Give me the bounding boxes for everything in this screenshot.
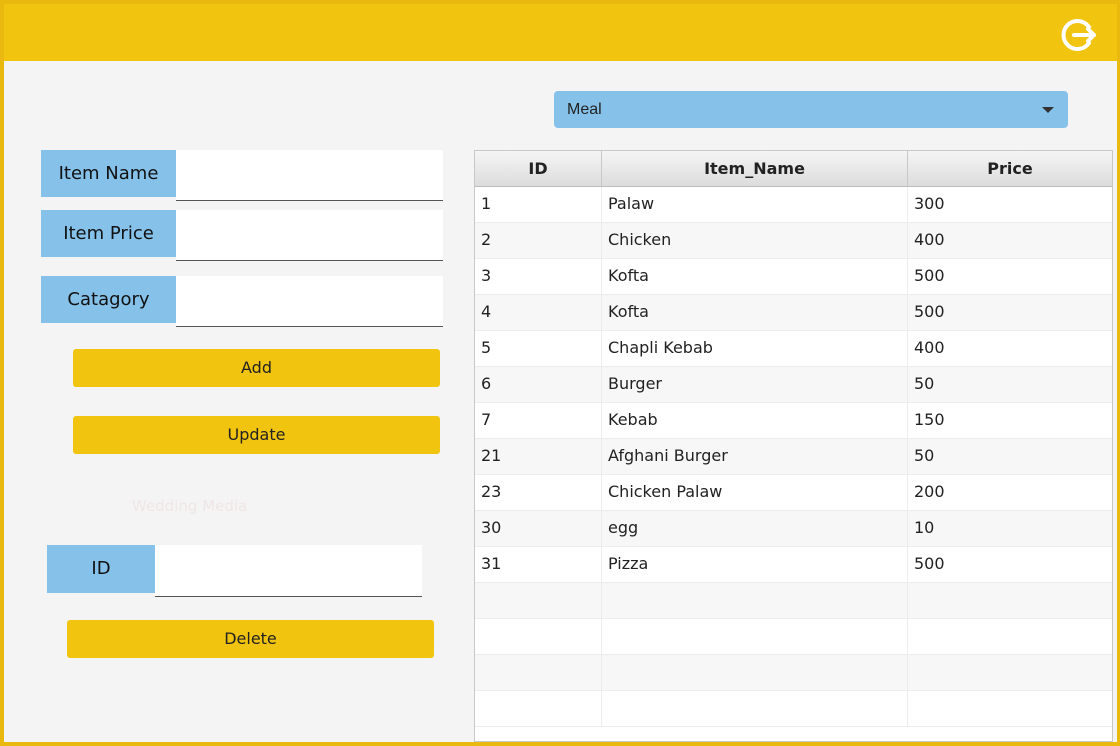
category-input[interactable] bbox=[176, 276, 443, 327]
category-filter-dropdown[interactable]: Meal bbox=[554, 91, 1068, 128]
cell-item-name: Burger bbox=[602, 367, 908, 402]
table-row[interactable]: 21 Afghani Burger 50 bbox=[475, 439, 1112, 475]
cell-item-name: Kofta bbox=[602, 259, 908, 294]
table-row[interactable]: 5 Chapli Kebab 400 bbox=[475, 331, 1112, 367]
faint-text: Wedding Media bbox=[132, 497, 248, 515]
cell-price: 400 bbox=[914, 338, 945, 357]
cell-id: 21 bbox=[475, 439, 602, 474]
table-row[interactable]: 31 Pizza 500 bbox=[475, 547, 1112, 583]
update-button[interactable]: Update bbox=[73, 416, 440, 454]
cell-item-name: Kebab bbox=[602, 403, 908, 438]
item-name-input[interactable] bbox=[176, 150, 443, 201]
table-row[interactable]: 6 Burger 50 bbox=[475, 367, 1112, 403]
table-header: ID Item_Name Price bbox=[475, 151, 1112, 187]
cell-id: 3 bbox=[475, 259, 602, 294]
table-row[interactable]: 1 Palaw 300 bbox=[475, 187, 1112, 223]
cell-price: 400 bbox=[914, 230, 945, 249]
cell-price bbox=[908, 619, 1112, 654]
cell-price: 500 bbox=[914, 554, 945, 573]
id-input[interactable] bbox=[155, 545, 422, 597]
cell-item-name: Chapli Kebab bbox=[602, 331, 908, 366]
cell-id: 4 bbox=[475, 295, 602, 330]
table-row[interactable]: 30 egg 10 bbox=[475, 511, 1112, 547]
column-header-id[interactable]: ID bbox=[475, 151, 602, 186]
table-row[interactable]: 23 Chicken Palaw 200 bbox=[475, 475, 1112, 511]
menu-items-table[interactable]: ID Item_Name Price 1 Palaw 300 2 Chicken 400 3… bbox=[474, 150, 1113, 742]
item-price-input[interactable] bbox=[176, 210, 443, 261]
cell-id: 30 bbox=[475, 511, 602, 546]
cell-price bbox=[908, 655, 1112, 690]
cell-id: 2 bbox=[475, 223, 602, 258]
table-row[interactable]: 2 Chicken 400 bbox=[475, 223, 1112, 259]
cell-id bbox=[475, 619, 602, 654]
cell-item-name: Palaw bbox=[602, 187, 908, 222]
cell-price bbox=[908, 583, 1112, 618]
app-window: Meal Item Name Item Price Catagory Add U… bbox=[4, 4, 1117, 742]
cell-price: 500 bbox=[914, 302, 945, 321]
cell-id bbox=[475, 655, 602, 690]
chevron-down-icon bbox=[1042, 107, 1054, 113]
cell-id bbox=[475, 691, 602, 726]
cell-price: 300 bbox=[914, 194, 945, 213]
cell-item-name: Kofta bbox=[602, 295, 908, 330]
cell-price: 50 bbox=[914, 446, 935, 465]
table-body: 1 Palaw 300 2 Chicken 400 3 Kofta 500 4 Kofta 500 5 C… bbox=[475, 187, 1112, 727]
cell-price: 500 bbox=[914, 266, 945, 285]
cell-item-name bbox=[602, 655, 908, 690]
header-bar bbox=[4, 4, 1117, 61]
empty-table-row[interactable] bbox=[475, 619, 1112, 655]
column-header-item-name[interactable]: Item_Name bbox=[602, 151, 908, 186]
cell-id: 6 bbox=[475, 367, 602, 402]
cell-id: 31 bbox=[475, 547, 602, 582]
cell-price: 200 bbox=[914, 482, 945, 501]
empty-table-row[interactable] bbox=[475, 691, 1112, 727]
cell-item-name: Chicken Palaw bbox=[602, 475, 908, 510]
cell-id: 7 bbox=[475, 403, 602, 438]
add-button[interactable]: Add bbox=[73, 349, 440, 387]
empty-table-row[interactable] bbox=[475, 655, 1112, 691]
cell-id: 5 bbox=[475, 331, 602, 366]
cell-price: 150 bbox=[914, 410, 945, 429]
table-row[interactable]: 7 Kebab 150 bbox=[475, 403, 1112, 439]
cell-id: 1 bbox=[475, 187, 602, 222]
cell-item-name bbox=[602, 691, 908, 726]
delete-button[interactable]: Delete bbox=[67, 620, 434, 658]
cell-item-name bbox=[602, 619, 908, 654]
table-row[interactable]: 4 Kofta 500 bbox=[475, 295, 1112, 331]
cell-item-name: Afghani Burger bbox=[602, 439, 908, 474]
table-row[interactable]: 3 Kofta 500 bbox=[475, 259, 1112, 295]
item-name-label: Item Name bbox=[41, 150, 176, 197]
cell-price: 10 bbox=[914, 518, 935, 537]
empty-table-row[interactable] bbox=[475, 583, 1112, 619]
cell-price: 50 bbox=[914, 374, 935, 393]
cell-item-name: egg bbox=[602, 511, 908, 546]
item-price-label: Item Price bbox=[41, 210, 176, 257]
cell-id bbox=[475, 583, 602, 618]
id-label: ID bbox=[47, 545, 155, 593]
cell-item-name bbox=[602, 583, 908, 618]
logout-icon[interactable] bbox=[1061, 16, 1099, 54]
category-label: Catagory bbox=[41, 276, 176, 323]
column-header-price[interactable]: Price bbox=[908, 151, 1112, 186]
cell-item-name: Chicken bbox=[602, 223, 908, 258]
dropdown-selected-value: Meal bbox=[567, 101, 602, 118]
cell-price bbox=[908, 691, 1112, 726]
cell-id: 23 bbox=[475, 475, 602, 510]
cell-item-name: Pizza bbox=[602, 547, 908, 582]
